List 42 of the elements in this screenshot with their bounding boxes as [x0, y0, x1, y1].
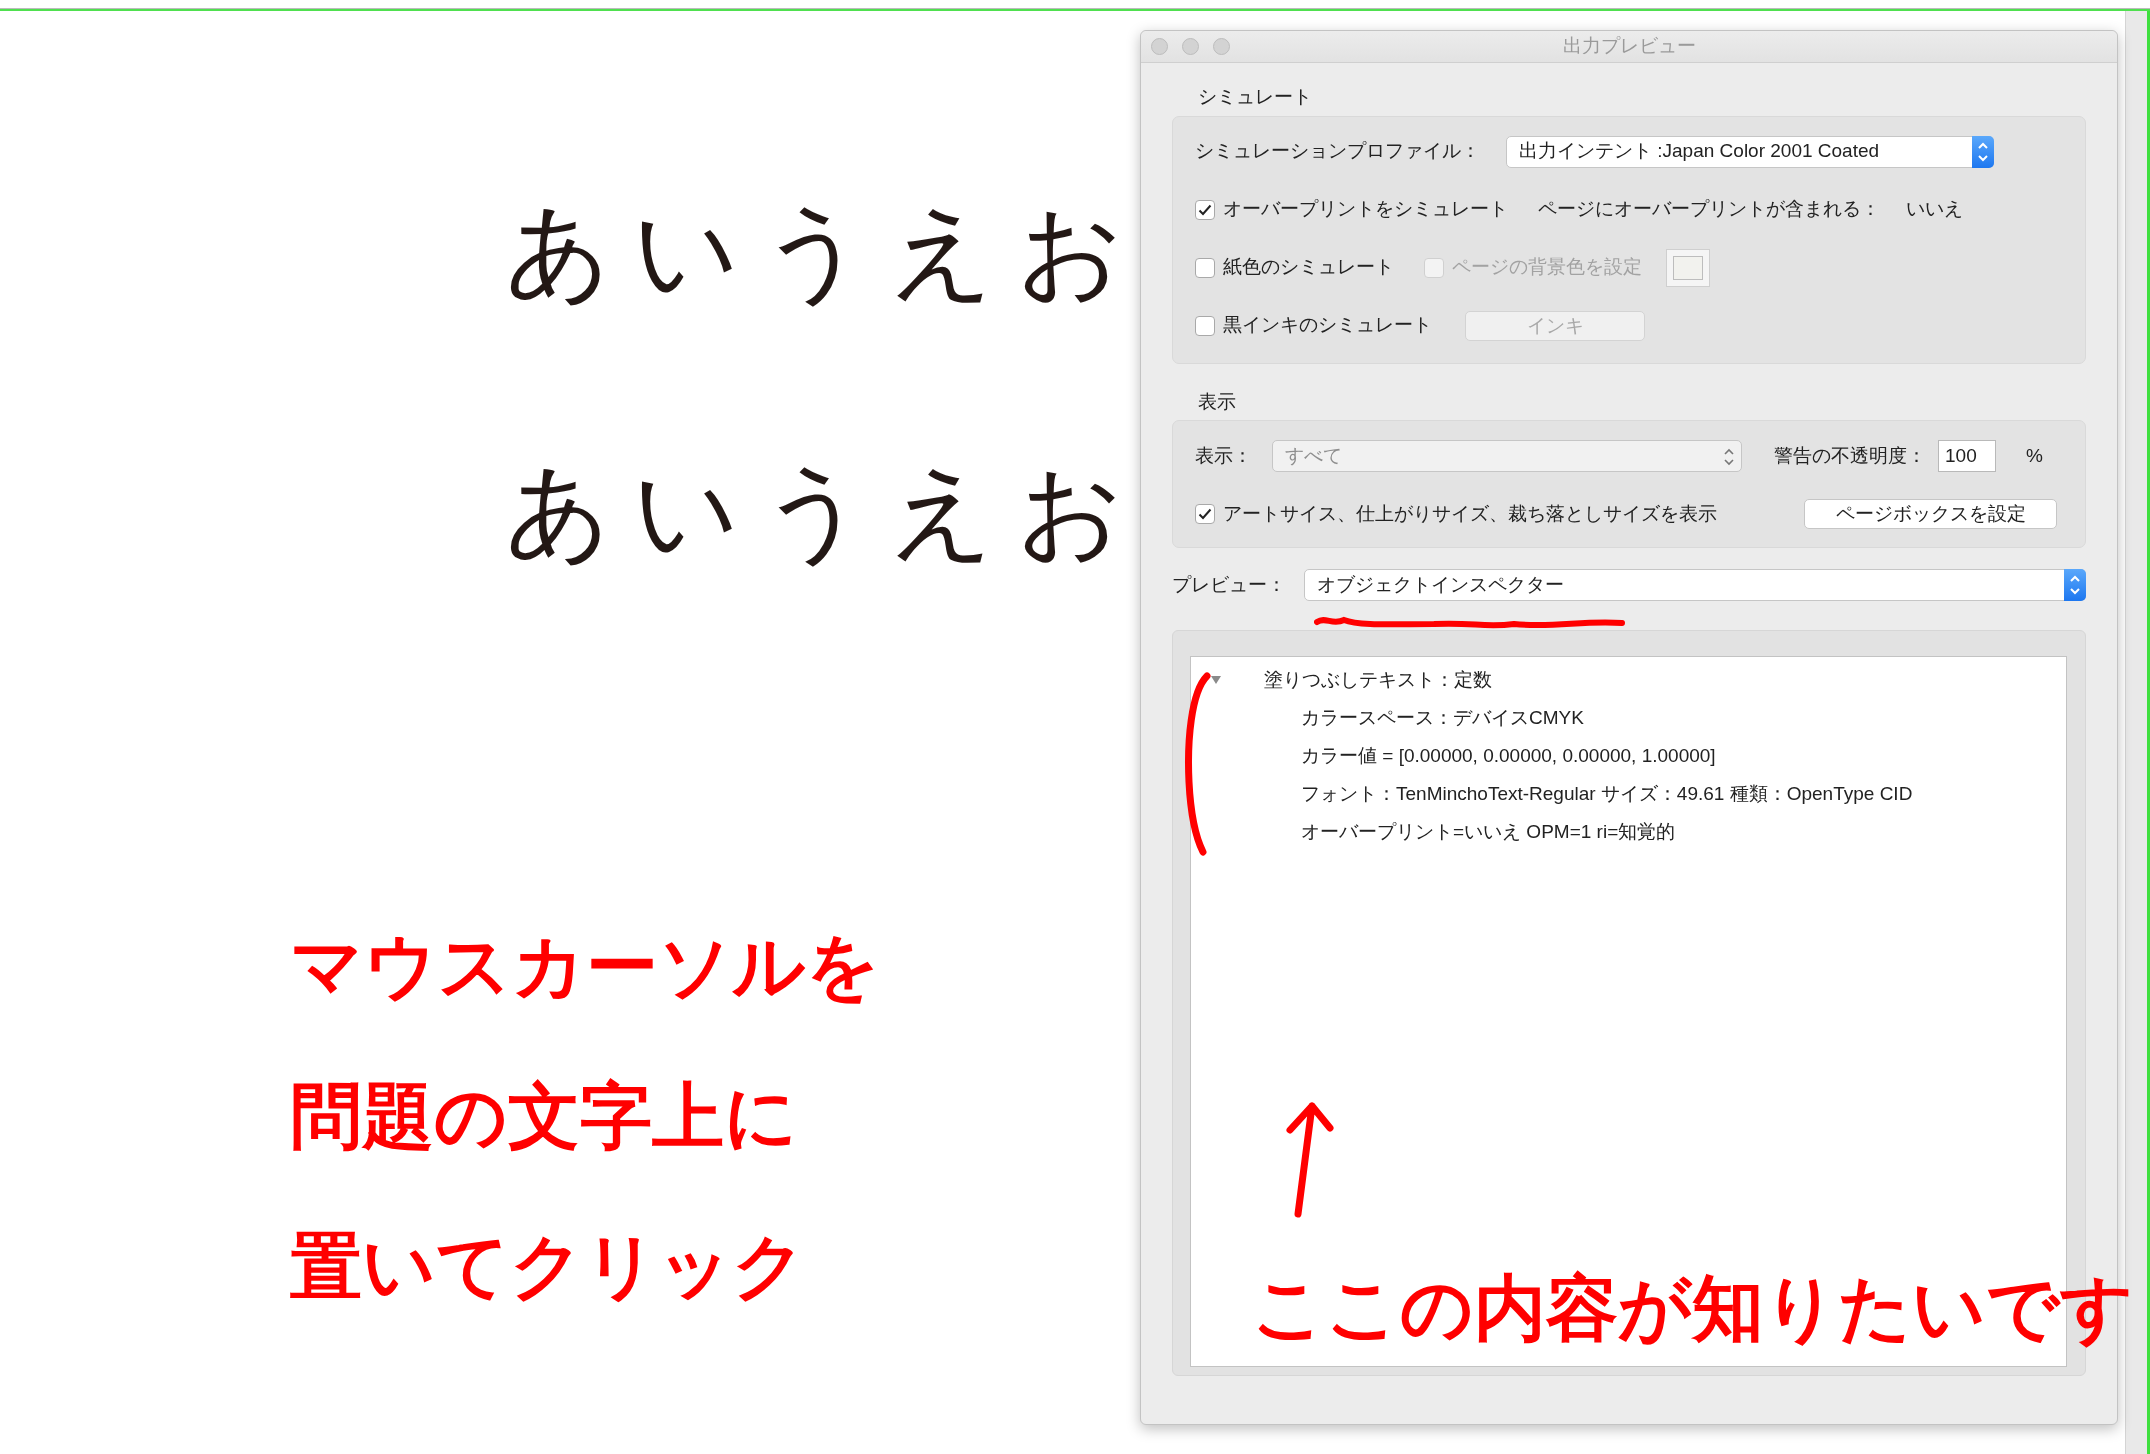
tree-item: カラースペース：デバイスCMYK — [1301, 705, 1584, 730]
checkbox-label: 黒インキのシミュレート — [1223, 313, 1432, 338]
preview-dropdown[interactable]: オブジェクトインスペクター — [1304, 569, 2086, 601]
unit-label: % — [2026, 443, 2043, 468]
handwritten-note: 置いてクリック — [290, 1223, 807, 1310]
info-label: ページにオーバープリントが含まれる： — [1538, 197, 1880, 222]
info-value: いいえ — [1906, 197, 1963, 222]
tree-item: フォント：TenMinchoText-Regular サイズ：49.61 種類：OpenType CID — [1301, 781, 1913, 806]
window-title: 出力プレビュー — [1562, 34, 1696, 59]
field-label: 表示： — [1195, 443, 1252, 468]
checkbox[interactable] — [1195, 199, 1215, 220]
checkbox-label: アートサイス、仕上がりサイズ、裁ち落としサイズを表示 — [1223, 501, 1717, 526]
field-label: プレビュー： — [1172, 572, 1286, 597]
page-box-button[interactable]: ページボックスを設定 — [1804, 499, 2057, 529]
window-control-icon[interactable] — [1182, 38, 1199, 55]
profile-dropdown[interactable]: 出力インテント :Japan Color 2001 Coated — [1506, 135, 1994, 168]
section-heading: シミュレート — [1197, 85, 1313, 109]
tree-item: 塗りつぶしテキスト：定数 — [1264, 667, 1492, 692]
window-control-icon[interactable] — [1151, 38, 1168, 55]
checkbox-label: オーバープリントをシミュレート — [1223, 197, 1508, 222]
stepper-icon — [1972, 135, 1994, 168]
field-label: シミュレーションプロファイル： — [1195, 139, 1480, 164]
checkbox[interactable] — [1195, 257, 1215, 278]
tree-item: カラー値 = [0.00000, 0.00000, 0.00000, 1.00000] — [1301, 743, 1716, 768]
opacity-field[interactable]: 100 — [1938, 440, 1996, 472]
handwritten-note: マウスカーソルを — [290, 923, 881, 1010]
canvas-text: あいうえお — [505, 449, 1140, 574]
field-label: 警告の不透明度： — [1774, 443, 1926, 468]
checkbox-label: 紙色のシミュレート — [1223, 255, 1394, 280]
checkbox-label: ページの背景色を設定 — [1452, 255, 1642, 280]
canvas-text: あいうえお — [505, 189, 1140, 314]
stepper-icon — [2064, 569, 2086, 601]
section-heading: 表示 — [1197, 389, 1237, 414]
handwritten-note: ここの内容が知りたいです — [1252, 1265, 2134, 1352]
tree-item: オーバープリント=いいえ OPM=1 ri=知覚的 — [1301, 819, 1676, 844]
checkbox[interactable] — [1195, 315, 1215, 336]
checkbox[interactable] — [1195, 504, 1215, 524]
color-swatch[interactable] — [1666, 248, 1710, 287]
stepper-icon — [1723, 448, 1735, 466]
disclosure-triangle-icon[interactable] — [1211, 676, 1221, 684]
window-control-icon[interactable] — [1213, 38, 1230, 55]
handwritten-note: 問題の文字上に — [290, 1073, 799, 1160]
